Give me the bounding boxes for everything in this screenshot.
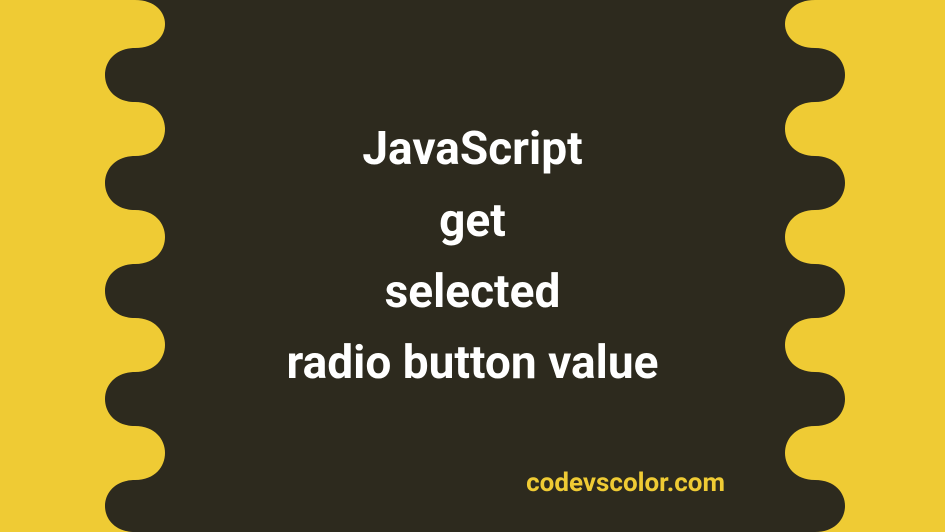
content-area: JavaScript get selected radio button val… — [0, 0, 945, 532]
title-line: JavaScript — [287, 114, 659, 185]
title-line: get — [287, 186, 659, 257]
title-line: radio button value — [287, 328, 659, 399]
title: JavaScript get selected radio button val… — [287, 114, 659, 399]
site-url: codevscolor.com — [526, 468, 725, 498]
title-line: selected — [287, 257, 659, 328]
